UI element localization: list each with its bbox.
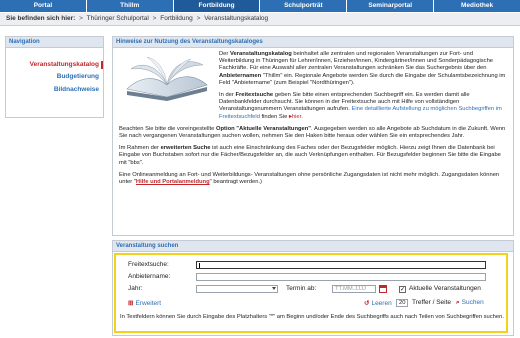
- search-hint: In Textfeldern können Sie durch Eingabe …: [120, 314, 504, 320]
- freitext-input[interactable]: [196, 261, 486, 269]
- info-title: Hinweise zur Nutzung des Veranstaltungsk…: [113, 37, 513, 48]
- text-bold: erweiterten Suche: [160, 145, 211, 152]
- info-paragraph-anmeldung: Eine Onlineanmeldung an Fort- und Weiter…: [119, 172, 507, 186]
- breadcrumb-item-current: Veranstaltungskatalog: [204, 15, 269, 22]
- text: finden Sie: [259, 113, 289, 120]
- nav-item-veranstaltungskatalog[interactable]: Veranstaltungskatalog: [29, 61, 103, 69]
- nav-item-label: Bildnachweise: [53, 86, 99, 93]
- termin-label: Termin ab:: [286, 285, 317, 292]
- search-form-highlight: Freitextsuche: Anbietername: Jahr: Termi…: [114, 253, 508, 333]
- leeren-label: Leeren: [371, 300, 392, 307]
- info-content: Der Veranstaltungskatalog beinhaltet all…: [119, 51, 507, 191]
- erweitert-label: Erweitert: [135, 300, 162, 307]
- suchen-button[interactable]: ⌕ Suchen: [456, 299, 484, 307]
- top-navigation: Portal Thillm Fortbildung Schulporträt S…: [0, 0, 520, 12]
- info-paragraph-erweitert: Im Rahmen der erweiterten Suche ist auch…: [119, 145, 507, 167]
- text: " beantragt werden.): [209, 179, 262, 186]
- breadcrumb: Sie befinden sich hier: > Thüringer Schu…: [6, 15, 268, 22]
- breadcrumb-separator: >: [79, 15, 83, 22]
- navigation-panel: Navigation Veranstaltungskatalog Budgeti…: [5, 36, 104, 118]
- text-caret: [199, 263, 200, 268]
- nav-item-bildnachweise[interactable]: Bildnachweise: [54, 86, 99, 93]
- tab-seminarportal[interactable]: Seminarportal: [347, 0, 435, 12]
- info-paragraph-option: Beachten Sie bitte die voreingestellte O…: [119, 126, 507, 140]
- clear-icon: ↺: [364, 300, 370, 307]
- info-paragraph-katalog: Der Veranstaltungskatalog beinhaltet all…: [219, 51, 507, 87]
- tab-fortbildung[interactable]: Fortbildung: [173, 0, 261, 12]
- hilfe-portalanmeldung-link[interactable]: Hilfe und Portalanmeldung: [136, 179, 210, 185]
- aktuelle-checkbox[interactable]: ✓: [399, 286, 406, 293]
- text: "Thillm" ein. Regionale Angebote werden …: [219, 72, 506, 86]
- tab-portal[interactable]: Portal: [0, 0, 87, 12]
- breadcrumb-item-fortbildung[interactable]: Fortbildung: [160, 15, 193, 22]
- tab-schulportraet[interactable]: Schulporträt: [260, 0, 348, 12]
- text: Der: [219, 51, 230, 57]
- nav-item-label: Veranstaltungskatalog: [29, 61, 99, 68]
- search-panel: Veranstaltung suchen Freitextsuche: Anbi…: [112, 240, 514, 336]
- breadcrumb-bar: Sie befinden sich hier: > Thüringer Schu…: [0, 13, 520, 26]
- per-page-input[interactable]: 20: [396, 299, 408, 307]
- text-bold: Freitextsuche: [235, 92, 274, 99]
- suchen-label: Suchen: [461, 299, 484, 306]
- tab-mediothek[interactable]: Mediothek: [434, 0, 520, 12]
- leeren-button[interactable]: ↺ Leeren: [364, 299, 392, 307]
- breadcrumb-separator: >: [196, 15, 201, 22]
- info-panel: Hinweise zur Nutzung des Veranstaltungsk…: [112, 36, 514, 236]
- search-title: Veranstaltung suchen: [113, 241, 513, 252]
- text: Im Rahmen der: [119, 145, 161, 152]
- chevron-down-icon: [272, 287, 276, 290]
- per-page-label: Treffer / Seite: [412, 299, 452, 306]
- anbietername-label: Anbietername:: [128, 273, 171, 280]
- navigation-title: Navigation: [6, 37, 103, 48]
- termin-input[interactable]: TT.MM.JJJJ: [332, 285, 376, 293]
- breadcrumb-prefix: Sie befinden sich hier:: [6, 15, 76, 22]
- tab-thillm[interactable]: Thillm: [87, 0, 174, 12]
- erweitert-link[interactable]: ⊞ Erweitert: [128, 299, 161, 307]
- aktuelle-label: Aktuelle Veranstaltungen: [409, 285, 481, 292]
- jahr-select[interactable]: [196, 285, 278, 293]
- expand-icon: ⊞: [128, 300, 134, 307]
- info-paragraph-freitext: In der Freitextsuche geben Sie bitte ein…: [219, 92, 507, 121]
- text-bold: Veranstaltungskatalog: [229, 51, 292, 57]
- anbietername-input[interactable]: [196, 273, 486, 281]
- text-bold: Anbieternamen: [219, 72, 262, 79]
- freitext-label: Freitextsuche:: [128, 261, 169, 268]
- text: Beachten Sie bitte die voreingestellte: [119, 125, 216, 132]
- calendar-icon[interactable]: [379, 285, 387, 293]
- breadcrumb-item-schulportal[interactable]: Thüringer Schulportal: [87, 15, 149, 22]
- text-bold: Option "Aktuelle Veranstaltungen": [216, 125, 312, 132]
- search-icon: ⌕: [456, 299, 460, 306]
- nav-item-label: Budgetierung: [56, 73, 99, 80]
- hier-link[interactable]: hier.: [292, 114, 303, 120]
- jahr-label: Jahr:: [128, 285, 143, 292]
- breadcrumb-separator: >: [152, 15, 157, 22]
- nav-item-budgetierung[interactable]: Budgetierung: [57, 73, 99, 80]
- text: In der: [219, 92, 236, 99]
- active-marker: [101, 61, 103, 69]
